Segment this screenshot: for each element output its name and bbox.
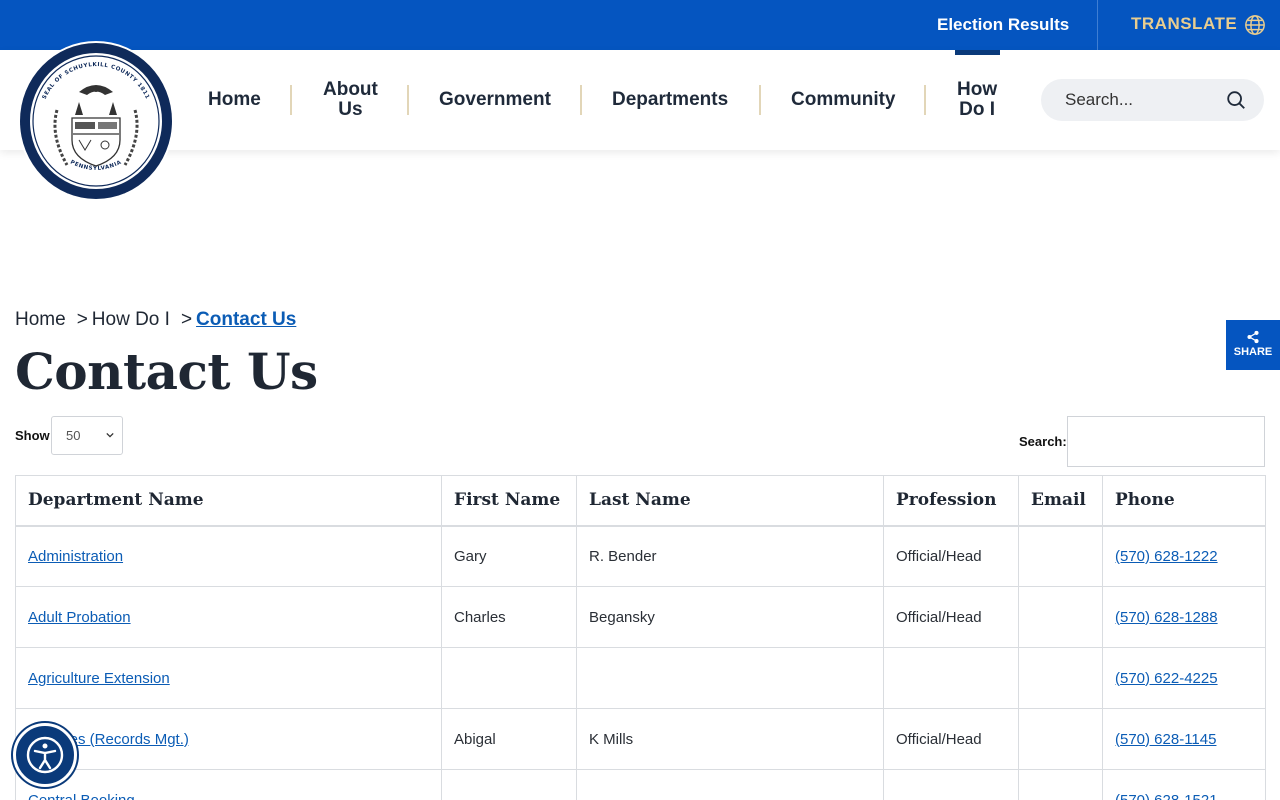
breadcrumb-home[interactable]: Home: [15, 309, 66, 331]
breadcrumb: Home > How Do I > Contact Us: [15, 309, 296, 331]
profession-cell: Official/Head: [883, 525, 1019, 587]
column-header-phone[interactable]: Phone: [1102, 475, 1266, 527]
table-search-label: Search:: [1019, 434, 1067, 449]
nav-departments[interactable]: Departments: [612, 90, 728, 110]
nav-home[interactable]: Home: [208, 90, 261, 110]
column-header-profession[interactable]: Profession: [883, 475, 1019, 527]
nav-separator: [924, 85, 926, 115]
nav-how-do-i[interactable]: How Do I: [957, 80, 997, 120]
last-name-cell: [576, 647, 884, 709]
nav-separator: [580, 85, 582, 115]
phone-cell: (570) 628-1145: [1102, 708, 1266, 770]
nav-community[interactable]: Community: [791, 90, 896, 110]
nav-active-indicator: [955, 50, 1000, 55]
first-name-cell: [441, 769, 577, 800]
column-header-email[interactable]: Email: [1018, 475, 1103, 527]
county-seal-logo[interactable]: SEAL OF SCHUYLKILL COUNTY 1811 PENNSYLVA…: [17, 40, 175, 202]
nav-government[interactable]: Government: [439, 90, 551, 110]
table-row: Agriculture Extension (570) 622-4225: [15, 647, 1266, 709]
email-cell: [1018, 525, 1103, 587]
nav-about-us[interactable]: About Us: [323, 80, 378, 120]
department-cell: Archives (Records Mgt.): [15, 708, 442, 770]
department-link[interactable]: Central Booking: [28, 792, 135, 800]
email-cell: [1018, 708, 1103, 770]
profession-cell: [883, 769, 1019, 800]
first-name-cell: Gary: [441, 525, 577, 587]
election-results-link[interactable]: Election Results: [937, 15, 1069, 35]
department-link[interactable]: Agriculture Extension: [28, 670, 170, 687]
last-name-cell: K Mills: [576, 708, 884, 770]
department-link[interactable]: Administration: [28, 548, 123, 565]
show-entries-select[interactable]: 50: [51, 416, 123, 455]
phone-link[interactable]: (570) 628-1521: [1115, 792, 1218, 800]
column-header-department[interactable]: Department Name: [15, 475, 442, 527]
email-cell: [1018, 769, 1103, 800]
first-name-cell: [441, 647, 577, 709]
breadcrumb-how-do-i[interactable]: How Do I: [92, 309, 170, 331]
email-cell: [1018, 586, 1103, 648]
column-header-last-name[interactable]: Last Name: [576, 475, 884, 527]
page-title: Contact Us: [15, 342, 318, 401]
chevron-down-icon: [106, 432, 114, 438]
last-name-cell: R. Bender: [576, 525, 884, 587]
last-name-cell: Begansky: [576, 586, 884, 648]
phone-cell: (570) 628-1521: [1102, 769, 1266, 800]
translate-button[interactable]: TRANSLATE: [1131, 14, 1237, 34]
email-cell: [1018, 647, 1103, 709]
first-name-cell: Abigal: [441, 708, 577, 770]
profession-cell: [883, 647, 1019, 709]
accessibility-button[interactable]: [13, 723, 77, 787]
phone-link[interactable]: (570) 628-1288: [1115, 609, 1218, 626]
table-search-input[interactable]: [1067, 416, 1265, 467]
profession-cell: Official/Head: [883, 586, 1019, 648]
nav-separator: [407, 85, 409, 115]
breadcrumb-contact-us[interactable]: Contact Us: [196, 309, 296, 331]
phone-link[interactable]: (570) 628-1145: [1115, 731, 1216, 748]
site-search: [1041, 79, 1264, 121]
breadcrumb-separator: >: [76, 309, 88, 330]
accessibility-icon: [26, 736, 64, 774]
breadcrumb-separator: >: [180, 309, 193, 330]
utility-bar: Election Results TRANSLATE: [0, 0, 1280, 50]
main-header: Home About Us Government Departments Comm…: [0, 50, 1280, 150]
share-button[interactable]: SHARE: [1226, 320, 1280, 370]
contact-table: Department Name First Name Last Name Pro…: [15, 475, 1266, 800]
search-icon[interactable]: [1225, 89, 1247, 111]
department-cell: Agriculture Extension: [15, 647, 442, 709]
table-header-row: Department Name First Name Last Name Pro…: [15, 475, 1266, 527]
table-row: Adult Probation Charles Begansky Officia…: [15, 586, 1266, 648]
profession-cell: Official/Head: [883, 708, 1019, 770]
department-cell: Central Booking: [15, 769, 442, 800]
table-row: Central Booking (570) 628-1521: [15, 769, 1266, 800]
globe-icon[interactable]: [1244, 14, 1266, 36]
site-search-input[interactable]: [1065, 89, 1225, 111]
show-entries-value: 50: [66, 428, 81, 443]
contact-table-wrapper: Department Name First Name Last Name Pro…: [15, 475, 1266, 800]
phone-cell: (570) 628-1222: [1102, 525, 1266, 587]
nav-separator: [290, 85, 292, 115]
utility-divider: [1097, 0, 1098, 50]
phone-cell: (570) 622-4225: [1102, 647, 1266, 709]
first-name-cell: Charles: [441, 586, 577, 648]
share-icon: [1247, 330, 1259, 344]
table-row: Administration Gary R. Bender Official/H…: [15, 525, 1266, 587]
phone-link[interactable]: (570) 622-4225: [1115, 670, 1218, 687]
phone-cell: (570) 628-1288: [1102, 586, 1266, 648]
nav-separator: [759, 85, 761, 115]
department-cell: Administration: [15, 525, 442, 587]
show-entries-label: Show: [15, 428, 50, 443]
department-cell: Adult Probation: [15, 586, 442, 648]
share-label: SHARE: [1233, 346, 1273, 358]
last-name-cell: [576, 769, 884, 800]
column-header-first-name[interactable]: First Name: [441, 475, 577, 527]
table-row: Archives (Records Mgt.) Abigal K Mills O…: [15, 708, 1266, 770]
phone-link[interactable]: (570) 628-1222: [1115, 548, 1218, 565]
department-link[interactable]: Adult Probation: [28, 609, 131, 626]
